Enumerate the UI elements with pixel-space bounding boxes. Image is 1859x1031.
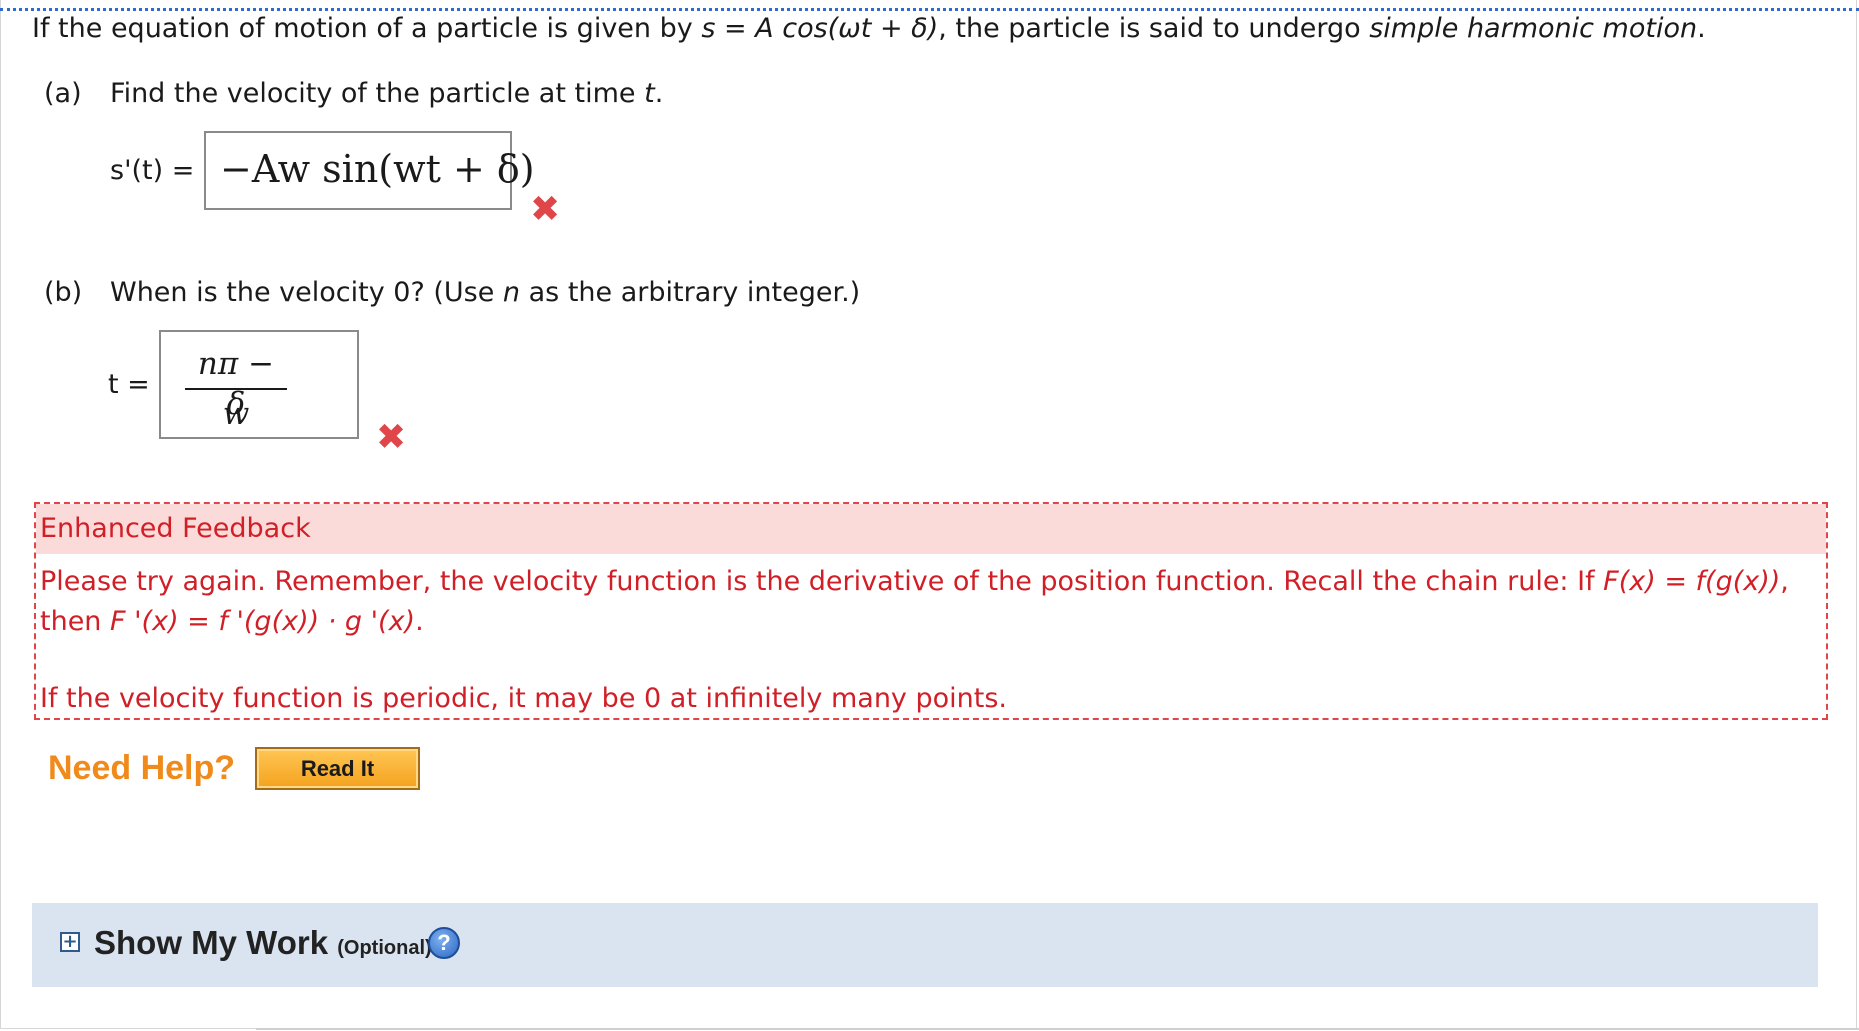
part-a-prompt-end: . xyxy=(654,78,664,109)
feedback-text1-pre: Please try again. Remember, the velocity… xyxy=(40,566,1604,597)
part-b-prompt: (b) When is the velocity 0? (Use n as the… xyxy=(44,276,860,310)
expand-icon[interactable]: + xyxy=(60,932,80,952)
question-text: If the equation of motion of a particle … xyxy=(32,12,1706,46)
part-b-incorrect-icon: ✖ xyxy=(376,417,407,458)
read-it-button[interactable]: Read It xyxy=(255,747,420,790)
top-dotted-divider xyxy=(0,8,1859,11)
need-help-label: Need Help? xyxy=(48,749,236,787)
feedback-title: Enhanced Feedback xyxy=(40,513,311,544)
part-b-tag: (b) xyxy=(44,277,83,308)
bottom-divider xyxy=(256,1028,1859,1030)
question-formula: s = A cos(ωt + δ) xyxy=(701,13,939,44)
part-a-prompt: (a) Find the velocity of the particle at … xyxy=(44,77,663,111)
part-a-tag: (a) xyxy=(44,78,82,109)
enhanced-feedback-panel: Enhanced Feedback Please try again. Reme… xyxy=(34,502,1828,720)
feedback-text1-end: . xyxy=(415,606,424,637)
help-question-icon[interactable]: ? xyxy=(428,927,460,959)
part-a-incorrect-icon: ✖ xyxy=(530,189,561,230)
part-b-answer-label: t = xyxy=(108,369,150,400)
part-b-answer-field[interactable]: nπ − δ w xyxy=(159,330,359,439)
question-pre: If the equation of motion of a particle … xyxy=(32,13,702,44)
part-a-answer-value: −Aw sin(wt + δ) xyxy=(220,147,535,191)
question-mid: , the particle is said to undergo xyxy=(938,13,1370,44)
part-b-answer-fraction: nπ − δ w xyxy=(185,344,287,432)
part-a-prompt-pre: Find the velocity of the particle at tim… xyxy=(110,78,645,109)
part-b-prompt-pre: When is the velocity 0? (Use xyxy=(110,277,503,308)
show-my-work-title[interactable]: Show My Work (Optional) xyxy=(94,923,432,968)
feedback-rule2: F '(x) = f '(g(x)) · g '(x) xyxy=(110,606,416,637)
feedback-text-chain-rule: Please try again. Remember, the velocity… xyxy=(40,562,1820,642)
show-my-work-optional: (Optional) xyxy=(337,937,432,959)
show-my-work-label: Show My Work xyxy=(94,924,329,961)
question-term: simple harmonic motion xyxy=(1369,13,1698,44)
part-b-numerator: nπ − δ xyxy=(197,346,275,422)
feedback-rule: F(x) = f(g(x)) xyxy=(1603,566,1781,597)
part-a-answer-field[interactable]: −Aw sin(wt + δ) xyxy=(204,131,535,210)
feedback-header: Enhanced Feedback xyxy=(36,504,1826,554)
show-my-work-panel[interactable]: + Show My Work (Optional) ? xyxy=(32,903,1818,987)
feedback-text-periodic: If the velocity function is periodic, it… xyxy=(40,683,1008,714)
part-b-prompt-var: n xyxy=(502,277,521,308)
part-b-prompt-end: as the arbitrary integer.) xyxy=(520,277,861,308)
part-a-answer-label: s'(t) = xyxy=(110,155,195,186)
part-b-denominator: w xyxy=(222,396,250,432)
question-end: . xyxy=(1697,13,1706,44)
part-a-prompt-var: t xyxy=(644,78,655,109)
